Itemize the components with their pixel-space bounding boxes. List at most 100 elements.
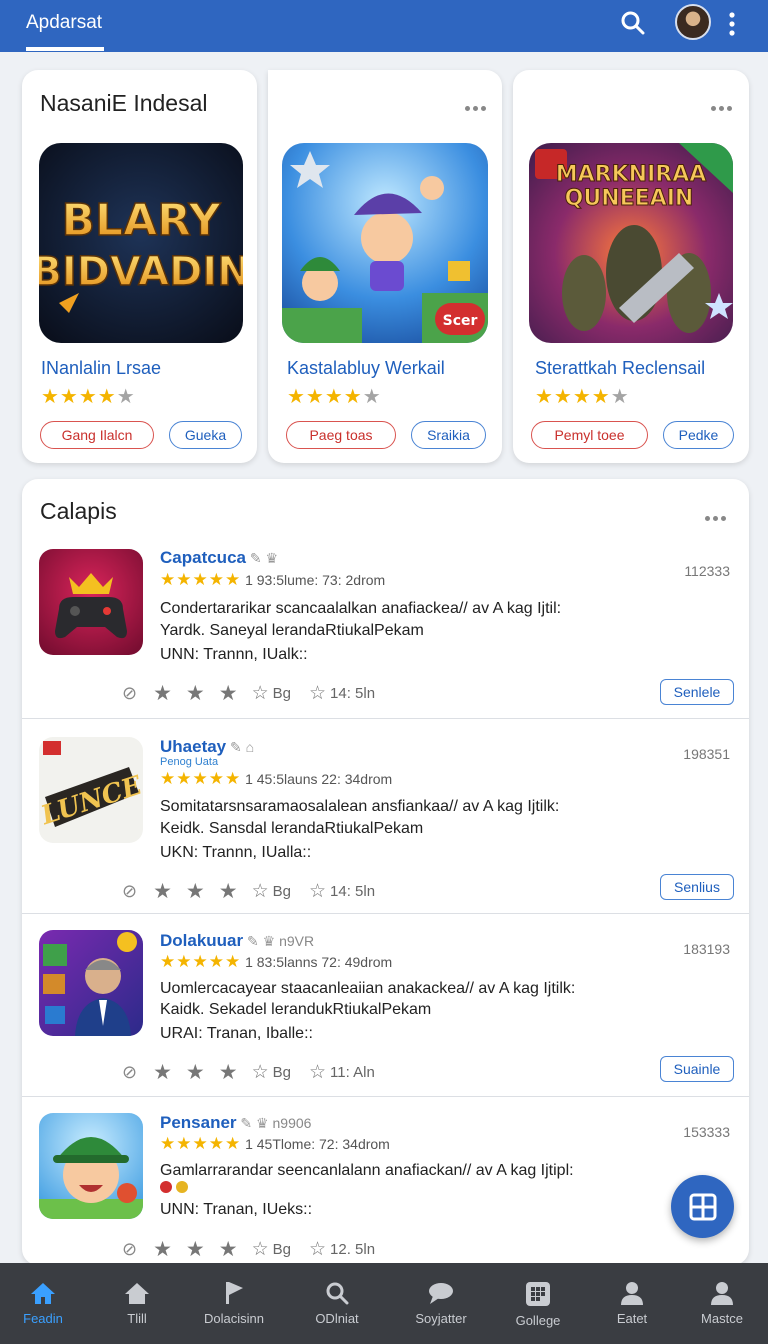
flag-icon bbox=[226, 1282, 243, 1304]
action-label: Bg bbox=[272, 1240, 291, 1258]
action-label: Bg bbox=[272, 882, 291, 900]
star-icon[interactable]: ★ bbox=[153, 1237, 172, 1262]
app-count: 153333 bbox=[683, 1124, 730, 1140]
more-horiz-icon[interactable] bbox=[711, 98, 737, 111]
more-vert-icon[interactable] bbox=[722, 10, 742, 38]
featured-secondary-button[interactable]: Gueka bbox=[169, 421, 242, 449]
featured-primary-button[interactable]: Paeg toas bbox=[286, 421, 396, 449]
star-icon[interactable]: ★ bbox=[219, 1060, 238, 1085]
app-count: 112333 bbox=[684, 563, 730, 579]
featured-primary-button[interactable]: Gang Ilalcn bbox=[40, 421, 154, 449]
tab-apdarsat[interactable]: Apdarsat bbox=[26, 12, 102, 34]
row-action-button[interactable]: Senlele bbox=[660, 679, 734, 705]
app-count: 183193 bbox=[683, 941, 730, 957]
star-outline-icon[interactable]: ☆ bbox=[252, 880, 269, 903]
app-details: UNN: Tranan, IUeks:: bbox=[160, 1201, 313, 1218]
app-title[interactable]: Dolakuuar ✎ ♛ n9VR bbox=[160, 931, 314, 951]
star-outline-icon[interactable]: ☆ bbox=[309, 880, 326, 903]
nav-item-gollege[interactable]: Gollege bbox=[490, 1263, 586, 1344]
action-label: 11: Aln bbox=[330, 1063, 375, 1081]
star-outline-icon[interactable]: ☆ bbox=[309, 1061, 326, 1084]
star-icon[interactable]: ★ bbox=[153, 879, 172, 904]
game-cover-image[interactable]: BLARY BIDVADIN bbox=[39, 143, 243, 343]
link-icon[interactable]: ⊘ bbox=[122, 683, 137, 704]
nav-item-feadin[interactable]: Feadin bbox=[0, 1263, 91, 1344]
action-label: Bg bbox=[272, 684, 291, 702]
app-title[interactable]: Capatcuca ✎ ♛ bbox=[160, 548, 278, 568]
featured-primary-button[interactable]: Pemyl toee bbox=[531, 421, 648, 449]
featured-section-title: NasaniE Indesal bbox=[40, 90, 208, 116]
avatar[interactable] bbox=[675, 4, 711, 40]
star-icon[interactable]: ★ bbox=[186, 879, 205, 904]
star-outline-icon[interactable]: ☆ bbox=[252, 1238, 269, 1261]
star-icon[interactable]: ★ bbox=[186, 1237, 205, 1262]
app-meta: ★★★★★ 1 45:5launs 22: 34drom bbox=[160, 769, 393, 788]
game-cover-image[interactable]: MARKNIRAA QUNEEAIN bbox=[529, 143, 733, 343]
featured-app-name[interactable]: Sterattkah Reclensail bbox=[535, 358, 705, 379]
star-outline-icon[interactable]: ☆ bbox=[309, 682, 326, 705]
search-icon[interactable] bbox=[620, 10, 646, 36]
featured-app-name[interactable]: INanlalin Lrsae bbox=[41, 358, 161, 379]
person-icon bbox=[711, 1282, 733, 1305]
row-actions: ⊘ ★ ★ ★ ☆ Bg ☆ 11: Aln bbox=[122, 1060, 375, 1084]
tab-indicator bbox=[26, 47, 104, 51]
nav-label: ODlniat bbox=[315, 1311, 359, 1326]
more-horiz-icon[interactable] bbox=[705, 508, 731, 521]
divider bbox=[22, 1096, 749, 1097]
game-cover-image[interactable]: Scer bbox=[282, 143, 488, 343]
app-title[interactable]: Pensaner ✎ ♛ n9906 bbox=[160, 1113, 311, 1133]
nav-item-dolacisinn[interactable]: Dolacisinn bbox=[186, 1263, 282, 1344]
row-actions: ⊘ ★ ★ ★ ☆ Bg ☆ 14: 5ln bbox=[122, 879, 375, 903]
featured-secondary-button[interactable]: Pedke bbox=[663, 421, 734, 449]
app-details: URAI: Tranan, Iballe:: bbox=[160, 1025, 313, 1042]
app-icon[interactable]: LUNCE bbox=[39, 737, 143, 843]
featured-app-name[interactable]: Kastalabluy Werkail bbox=[287, 358, 445, 379]
nav-item-mastce[interactable]: Mastce bbox=[674, 1263, 768, 1344]
app-icon[interactable] bbox=[39, 1113, 143, 1219]
divider bbox=[22, 718, 749, 719]
link-icon[interactable]: ⊘ bbox=[122, 881, 137, 902]
star-outline-icon[interactable]: ☆ bbox=[252, 1061, 269, 1084]
star-icon[interactable]: ★ bbox=[186, 681, 205, 706]
grid-fab-button[interactable] bbox=[671, 1175, 734, 1238]
row-action-button[interactable]: Senlius bbox=[660, 874, 734, 900]
mini-badges bbox=[160, 1180, 194, 1194]
nav-item-tlill[interactable]: Tlill bbox=[89, 1263, 185, 1344]
app-title[interactable]: Uhaetay ✎ ⌂ bbox=[160, 737, 254, 757]
grid-icon bbox=[689, 1193, 716, 1220]
app-subtitle: Penog Uata bbox=[160, 756, 219, 768]
home-icon bbox=[31, 1283, 55, 1304]
app-details: UNN: Trannn, IUalk:: bbox=[160, 646, 308, 663]
featured-secondary-button[interactable]: Sraikia bbox=[411, 421, 486, 449]
nav-label: Feadin bbox=[23, 1311, 63, 1326]
star-outline-icon[interactable]: ☆ bbox=[252, 682, 269, 705]
app-icon[interactable] bbox=[39, 930, 143, 1036]
star-icon[interactable]: ★ bbox=[219, 681, 238, 706]
nav-item-eatet[interactable]: Eatet bbox=[584, 1263, 680, 1344]
row-action-button[interactable]: Suainle bbox=[660, 1056, 734, 1082]
rating-stars: ★★★★★ bbox=[41, 386, 136, 408]
star-icon[interactable]: ★ bbox=[219, 879, 238, 904]
action-label: 14: 5ln bbox=[330, 684, 376, 702]
nav-label: Tlill bbox=[127, 1311, 147, 1326]
app-meta: ★★★★★ 1 45Tlome: 72: 34drom bbox=[160, 1134, 390, 1153]
link-icon[interactable]: ⊘ bbox=[122, 1062, 137, 1083]
star-icon[interactable]: ★ bbox=[153, 681, 172, 706]
action-label: 12. 5ln bbox=[330, 1240, 376, 1258]
star-icon[interactable]: ★ bbox=[153, 1060, 172, 1085]
app-description: Yardk. Saneyal lerandaRtiukalPekam bbox=[160, 622, 424, 639]
star-icon[interactable]: ★ bbox=[219, 1237, 238, 1262]
nav-item-soyjatter[interactable]: Soyjatter bbox=[393, 1263, 489, 1344]
link-icon[interactable]: ⊘ bbox=[122, 1239, 137, 1260]
cover-title-line2: BIDVADIN bbox=[39, 249, 243, 295]
star-icon[interactable]: ★ bbox=[186, 1060, 205, 1085]
chat-icon bbox=[429, 1283, 453, 1304]
app-icon[interactable] bbox=[39, 549, 143, 655]
nav-label: Soyjatter bbox=[415, 1311, 467, 1326]
rating-stars: ★★★★★ bbox=[287, 386, 382, 408]
more-horiz-icon[interactable] bbox=[465, 98, 491, 111]
person-icon bbox=[621, 1282, 643, 1305]
star-outline-icon[interactable]: ☆ bbox=[309, 1238, 326, 1261]
nav-item-odlniat[interactable]: ODlniat bbox=[289, 1263, 385, 1344]
app-details: UKN: Trannn, IUalla:: bbox=[160, 844, 312, 861]
